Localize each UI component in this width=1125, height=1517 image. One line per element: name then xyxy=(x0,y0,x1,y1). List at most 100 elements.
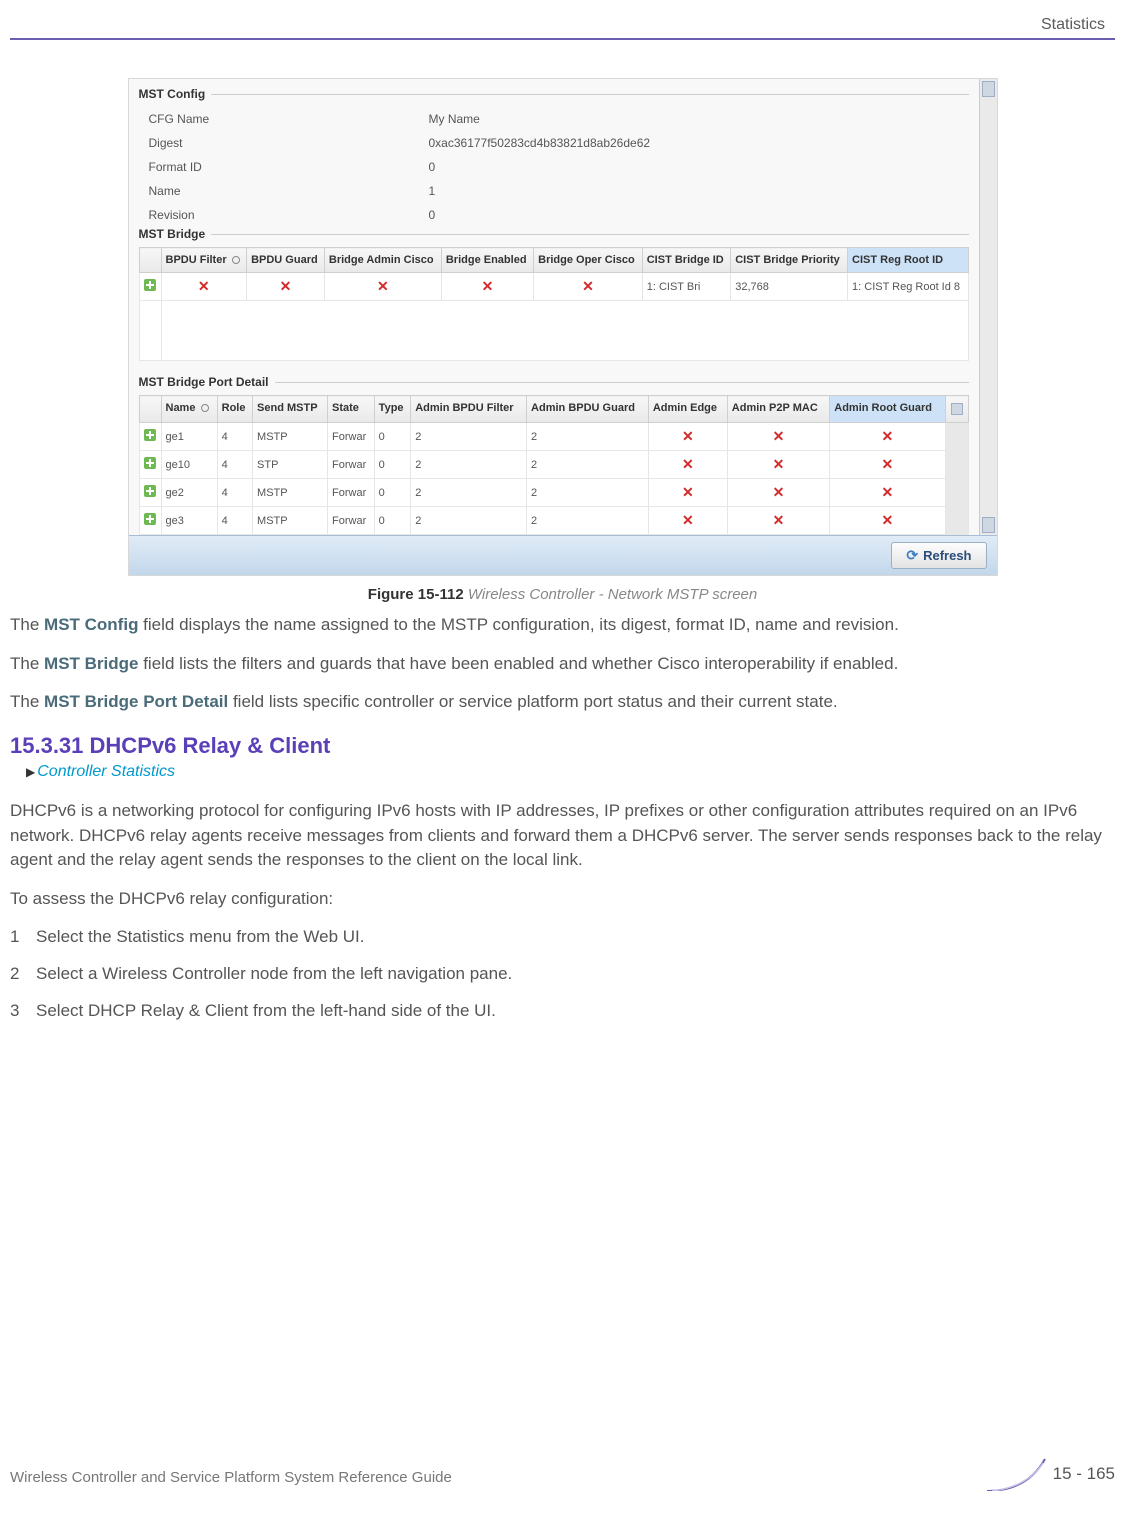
col-admin-root-guard[interactable]: Admin Root Guard xyxy=(830,396,945,423)
paragraph: The MST Bridge Port Detail field lists s… xyxy=(10,690,1115,715)
refresh-label: Refresh xyxy=(923,548,971,563)
col-cist-reg-root-id[interactable]: CIST Reg Root ID xyxy=(848,248,968,273)
cross-icon: ✕ xyxy=(732,512,825,529)
cross-icon: ✕ xyxy=(538,278,638,295)
expand-icon[interactable] xyxy=(144,457,156,469)
cell-admin-bpdu-filter: 2 xyxy=(411,423,527,451)
col-type[interactable]: Type xyxy=(374,396,411,423)
cell-cist-bridge-id: 1: CIST Bri xyxy=(642,273,730,301)
cell-name: ge10 xyxy=(161,451,217,479)
cross-icon: ✕ xyxy=(834,512,940,529)
term-statistics: Statistics xyxy=(116,927,184,946)
kv-key: Format ID xyxy=(149,160,429,174)
cell-admin-bpdu-filter: 2 xyxy=(411,507,527,535)
scroll-up-icon[interactable] xyxy=(951,403,963,415)
cross-icon: ✕ xyxy=(653,456,723,473)
col-cist-bridge-id[interactable]: CIST Bridge ID xyxy=(642,248,730,273)
mst-config-kv: CFG NameMy Name Digest0xac36177f50283cd4… xyxy=(139,107,969,227)
term-mst-bridge-port-detail: MST Bridge Port Detail xyxy=(44,692,228,711)
table-row[interactable]: ge34MSTPForwar022✕✕✕ xyxy=(139,507,968,535)
cell-name: ge1 xyxy=(161,423,217,451)
mst-bridge-port-detail-table: Name Role Send MSTP State Type Admin BPD… xyxy=(139,395,969,535)
cell-admin-bpdu-filter: 2 xyxy=(411,479,527,507)
scroll-up-icon[interactable] xyxy=(982,81,995,97)
col-admin-p2p-mac[interactable]: Admin P2P MAC xyxy=(727,396,829,423)
section-number: 15.3.31 xyxy=(10,733,83,758)
col-bpdu-guard[interactable]: BPDU Guard xyxy=(247,248,325,273)
term-mst-config: MST Config xyxy=(44,615,138,634)
cross-icon: ✕ xyxy=(732,428,825,445)
col-bridge-enabled[interactable]: Bridge Enabled xyxy=(441,248,533,273)
cell-admin-bpdu-guard: 2 xyxy=(527,507,649,535)
cell-state: Forwar xyxy=(328,451,375,479)
kv-value: 0xac36177f50283cd4b83821d8ab26de62 xyxy=(429,136,959,150)
paragraph: DHCPv6 is a networking protocol for conf… xyxy=(10,799,1115,873)
expand-icon[interactable] xyxy=(144,513,156,525)
col-expand xyxy=(139,396,161,423)
col-cist-bridge-priority[interactable]: CIST Bridge Priority xyxy=(731,248,848,273)
table-row[interactable]: ge24MSTPForwar022✕✕✕ xyxy=(139,479,968,507)
col-admin-bpdu-filter[interactable]: Admin BPDU Filter xyxy=(411,396,527,423)
col-role[interactable]: Role xyxy=(217,396,252,423)
cell-type: 0 xyxy=(374,451,411,479)
cross-icon: ✕ xyxy=(166,278,243,295)
cell-send: MSTP xyxy=(253,423,328,451)
col-admin-edge[interactable]: Admin Edge xyxy=(648,396,727,423)
figure-screenshot: MST Config CFG NameMy Name Digest0xac361… xyxy=(128,78,998,576)
cross-icon: ✕ xyxy=(653,512,723,529)
cross-icon: ✕ xyxy=(732,484,825,501)
expand-icon[interactable] xyxy=(144,429,156,441)
cell-name: ge3 xyxy=(161,507,217,535)
cell-send: STP xyxy=(253,451,328,479)
cell-type: 0 xyxy=(374,507,411,535)
expand-icon[interactable] xyxy=(144,485,156,497)
table-row[interactable]: ge14MSTPForwar022✕✕✕ xyxy=(139,423,968,451)
sort-indicator-icon xyxy=(201,404,209,412)
list-item: Select DHCP Relay & Client from the left… xyxy=(10,999,1115,1024)
cell-send: MSTP xyxy=(253,479,328,507)
col-bridge-admin-cisco[interactable]: Bridge Admin Cisco xyxy=(324,248,441,273)
table-row[interactable]: ge104STPForwar022✕✕✕ xyxy=(139,451,968,479)
section-title: DHCPv6 Relay & Client xyxy=(90,733,331,758)
page-number: 15 - 165 xyxy=(1053,1464,1115,1484)
col-bridge-oper-cisco[interactable]: Bridge Oper Cisco xyxy=(534,248,643,273)
cell-name: ge2 xyxy=(161,479,217,507)
cell-admin-bpdu-guard: 2 xyxy=(527,451,649,479)
page-footer: Wireless Controller and Service Platform… xyxy=(10,1469,1115,1487)
scroll-down-icon[interactable] xyxy=(982,517,995,533)
table-row-empty xyxy=(139,301,968,361)
cell-role: 4 xyxy=(217,451,252,479)
col-admin-bpdu-guard[interactable]: Admin BPDU Guard xyxy=(527,396,649,423)
outer-scrollbar[interactable] xyxy=(979,79,997,535)
inner-scrollbar[interactable] xyxy=(945,423,968,535)
refresh-button[interactable]: ⟳ Refresh xyxy=(891,542,986,569)
kv-value: My Name xyxy=(429,112,959,126)
mst-bridge-port-detail-legend: MST Bridge Port Detail xyxy=(139,375,969,389)
figure-caption: Figure 15-112 Wireless Controller - Netw… xyxy=(10,586,1115,603)
cross-icon: ✕ xyxy=(732,456,825,473)
col-name[interactable]: Name xyxy=(161,396,217,423)
col-bpdu-filter[interactable]: BPDU Filter xyxy=(161,248,247,273)
paragraph: The MST Bridge field lists the filters a… xyxy=(10,652,1115,677)
breadcrumb-arrow-icon: ▶ xyxy=(26,765,35,779)
mst-config-legend: MST Config xyxy=(139,87,969,101)
col-state[interactable]: State xyxy=(328,396,375,423)
cross-icon: ✕ xyxy=(446,278,529,295)
cell-type: 0 xyxy=(374,479,411,507)
breadcrumb-text: Controller Statistics xyxy=(37,763,175,780)
mst-bridge-legend-text: MST Bridge xyxy=(139,227,206,241)
cross-icon: ✕ xyxy=(329,278,437,295)
figure-number: Figure 15-112 xyxy=(368,586,464,603)
inner-scrollbar[interactable] xyxy=(945,396,968,423)
cell-admin-bpdu-filter: 2 xyxy=(411,451,527,479)
cell-state: Forwar xyxy=(328,479,375,507)
cell-cist-reg-root-id: 1: CIST Reg Root Id 8 xyxy=(848,273,968,301)
breadcrumb[interactable]: ▶Controller Statistics xyxy=(26,763,1115,781)
kv-value: 1 xyxy=(429,184,959,198)
kv-key: Digest xyxy=(149,136,429,150)
cell-role: 4 xyxy=(217,479,252,507)
col-send-mstp[interactable]: Send MSTP xyxy=(253,396,328,423)
table-row[interactable]: ✕ ✕ ✕ ✕ ✕ 1: CIST Bri 32,768 1: CIST Reg… xyxy=(139,273,968,301)
mst-config-legend-text: MST Config xyxy=(139,87,206,101)
expand-icon[interactable] xyxy=(144,279,156,291)
